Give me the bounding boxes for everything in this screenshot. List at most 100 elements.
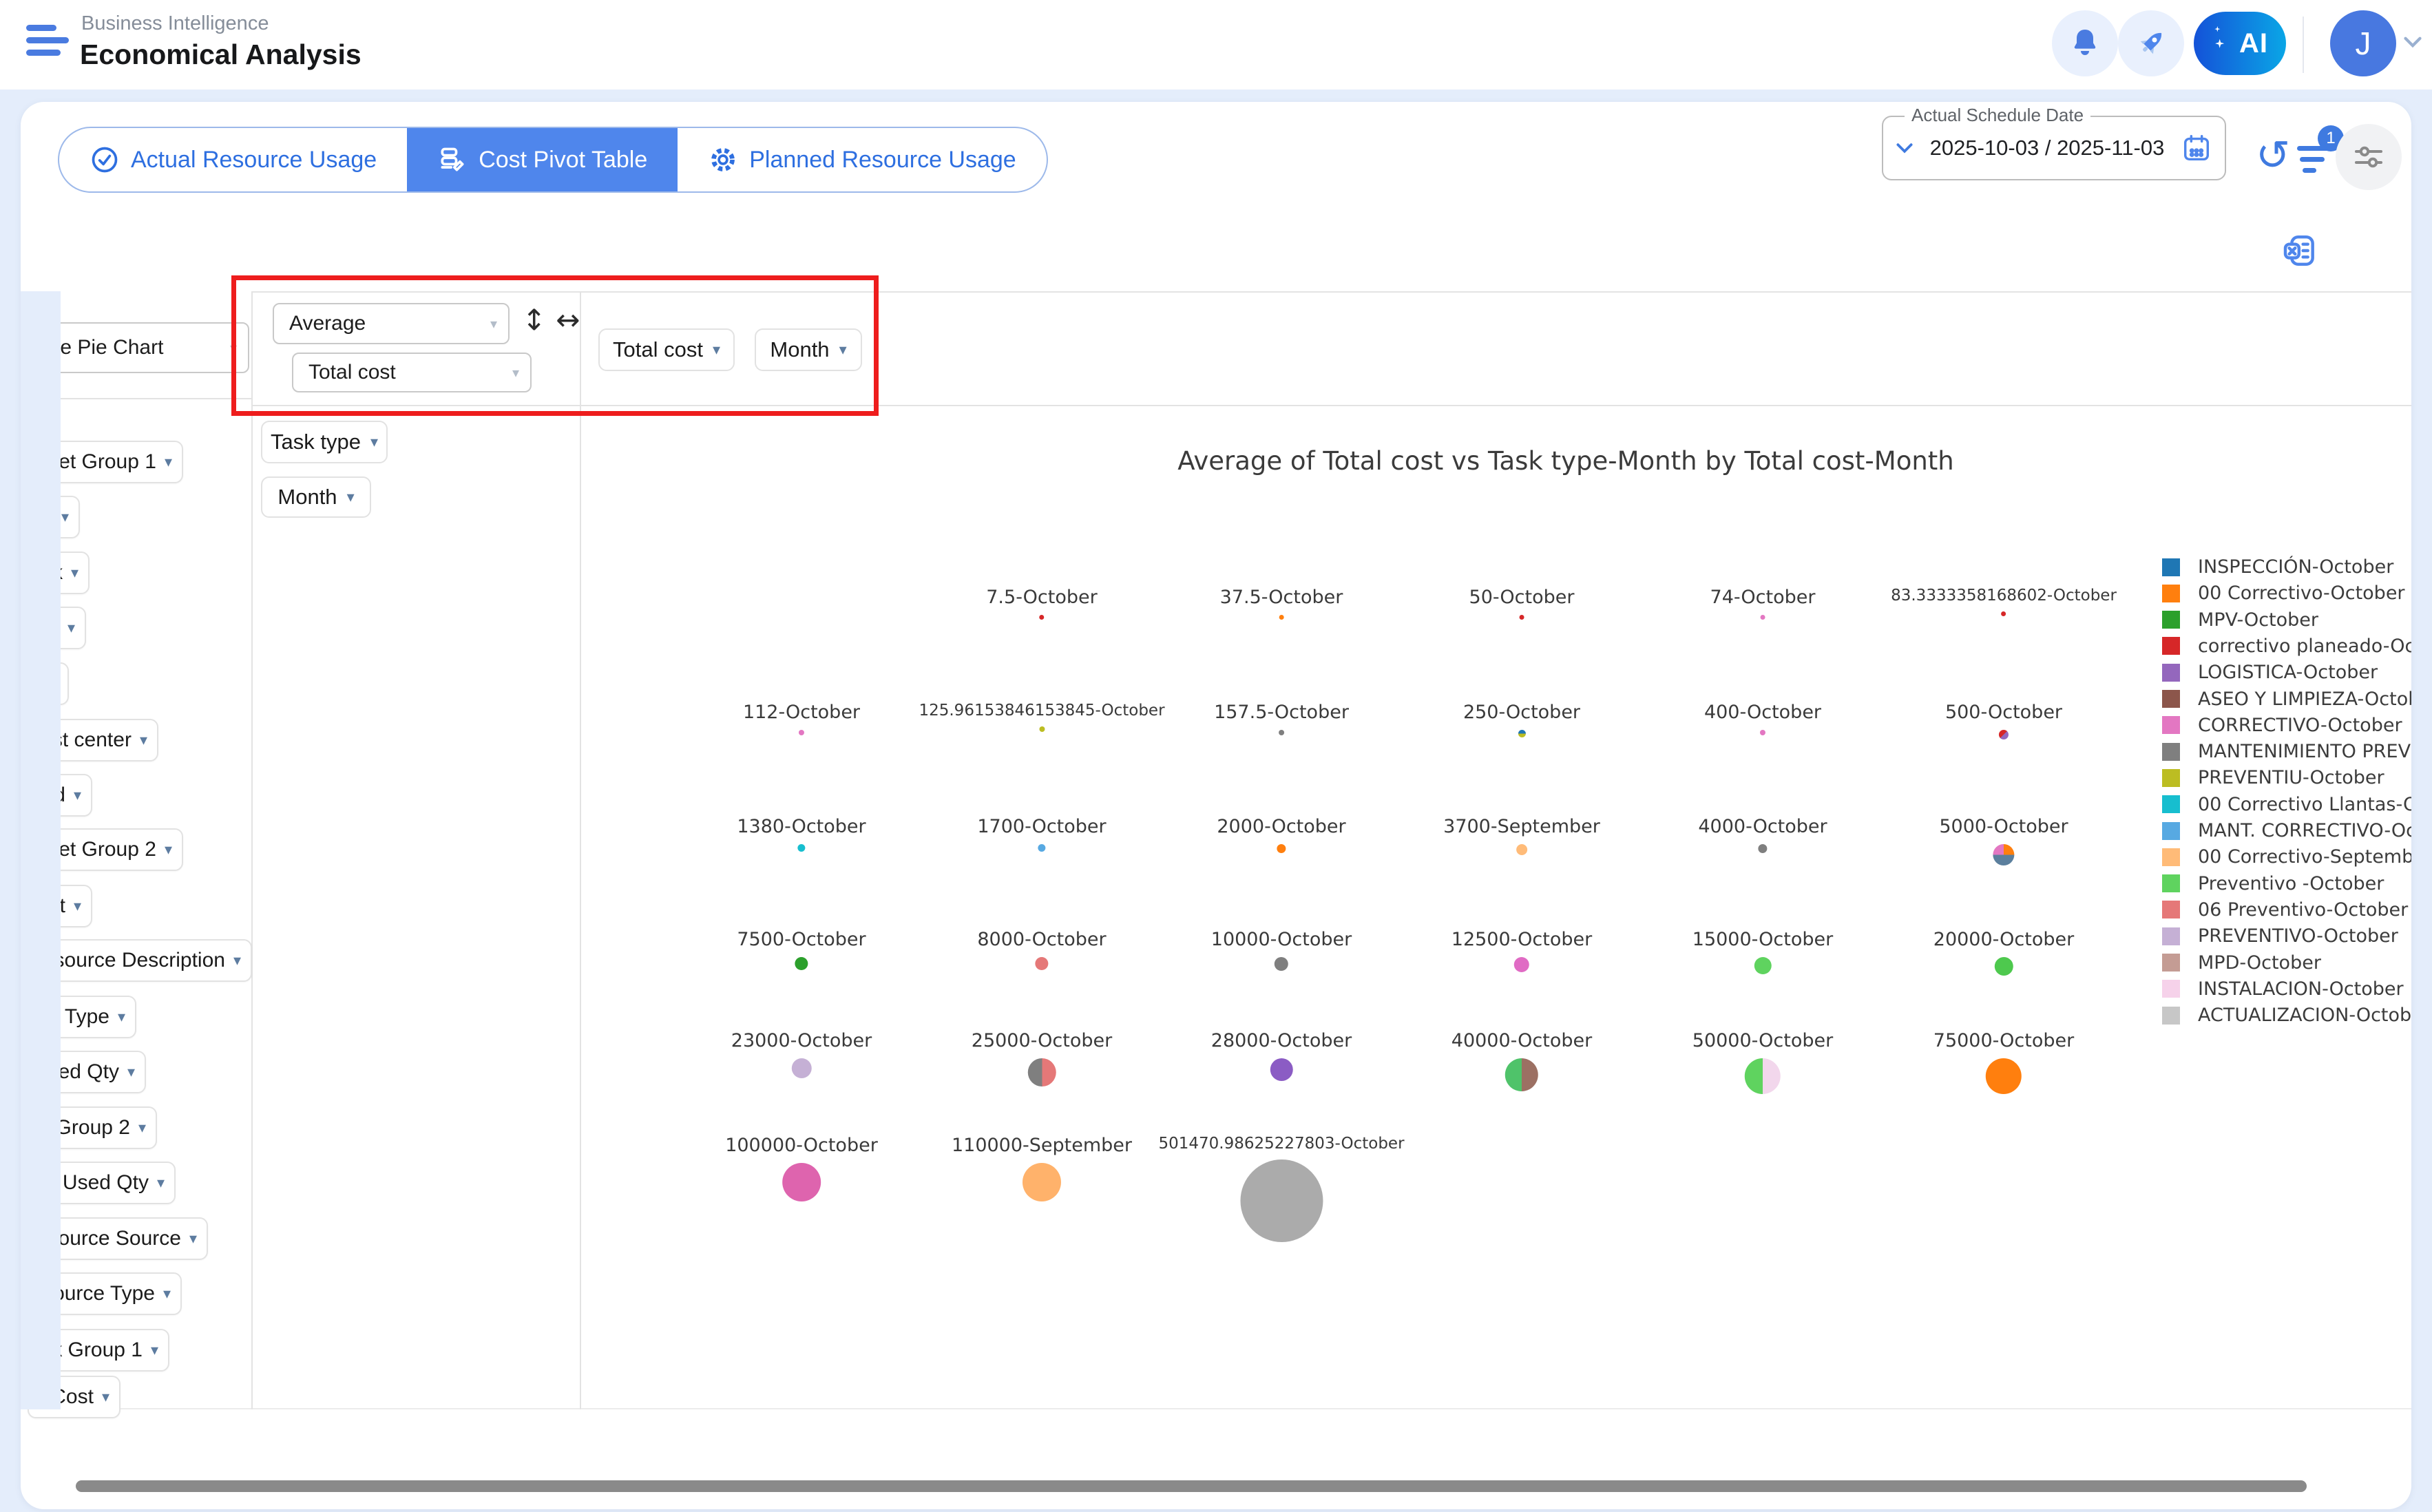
menu-icon[interactable] [26,25,69,65]
pie-bubble [1270,1058,1292,1081]
legend-label: PREVENTIU-October [2198,767,2384,788]
dropdown-caret-icon: ▾ [151,1341,158,1359]
legend-label: MANT. CORRECTIVO-Octobe [2198,820,2411,841]
bubble-cell: 1700-October [977,816,1106,852]
chart-title: Average of Total cost vs Task type-Month… [698,446,2411,476]
calendar-icon[interactable] [2181,132,2212,164]
bubble-label: 110000-September [952,1135,1132,1156]
pie-bubble [1999,730,2009,739]
column-field-month[interactable]: Month ▾ [755,328,862,371]
legend-item[interactable]: PREVENTIU-October [2162,767,2384,788]
legend-item[interactable]: ASEO Y LIMPIEZA-October [2162,689,2411,710]
legend-item[interactable]: MANT. CORRECTIVO-Octobe [2162,820,2411,841]
horizontal-scrollbar[interactable] [76,1480,2307,1492]
swap-axes-arrows[interactable]: ↕↔ [522,303,589,337]
gear-icon [708,145,738,175]
field-chip[interactable]: source Description▾ [28,939,252,982]
chart-type-select[interactable]: ple Pie Chart ▾ [28,322,249,373]
legend-item[interactable]: 06 Preventivo-October [2162,899,2408,921]
legend-swatch [2162,558,2180,576]
bubble-label: 23000-October [731,1030,872,1051]
pie-bubble [795,957,808,970]
legend-label: PREVENTIVO-October [2198,925,2398,947]
aggregator-value: Average [274,312,490,335]
rocket-icon [2134,26,2168,61]
legend-label: MPD-October [2198,952,2321,974]
row-field-month[interactable]: Month ▾ [261,476,371,518]
pie-bubble [1038,844,1045,852]
refresh-icon[interactable]: ↺ [2256,135,2290,176]
legend-label: CORRECTIVO-October [2198,715,2402,736]
column-field-total-cost[interactable]: Total cost ▾ [598,328,735,371]
bubble-label: 28000-October [1211,1030,1352,1051]
legend-item[interactable]: 00 Correctivo-October [2162,582,2405,604]
legend-item[interactable]: MPD-October [2162,952,2321,974]
field-chip-label: set Group 1 [48,450,156,474]
pie-bubble [1986,1058,2022,1094]
field-chip-label: source Description [54,949,225,972]
pie-bubble [1745,1058,1781,1094]
bell-icon [2068,27,2101,60]
avatar[interactable]: J [2330,10,2396,76]
legend-item[interactable]: Preventivo -October [2162,873,2384,894]
aggregator-select[interactable]: Average ▾ [273,303,510,344]
bubble-label: 500-October [1945,702,2062,723]
date-range-value[interactable]: 2025-10-03 / 2025-11-03 [1914,136,2181,160]
pie-bubble [1761,615,1765,620]
legend-item[interactable]: PREVENTIVO-October [2162,925,2398,947]
bubble-label: 40000-October [1451,1030,1592,1051]
legend-swatch [2162,664,2180,682]
bubble-cell: 4000-October [1698,816,1827,853]
field-chip-label: st center [52,728,132,752]
field-chip-label: source Source [48,1227,181,1250]
bubble-cell: 1380-October [737,816,866,852]
dropdown-caret-icon: ▾ [370,433,378,451]
legend-item[interactable]: MPV-October [2162,609,2318,631]
legend-swatch [2162,954,2180,972]
legend-item[interactable]: 00 Correctivo-September [2162,846,2411,868]
launch-button[interactable] [2118,10,2184,76]
app-name: Business Intelligence [81,12,269,35]
legend-item[interactable]: ACTUALIZACION-October [2162,1005,2411,1026]
tab-cost-pivot-table[interactable]: Cost Pivot Table [407,128,678,191]
legend-item[interactable]: INSPECCIÓN-October [2162,556,2393,578]
tab-planned-resource-usage[interactable]: Planned Resource Usage [678,128,1046,191]
bubble-cell: 75000-October [1933,1030,2074,1094]
row-field-label: Task type [271,430,361,454]
settings-sliders-button[interactable] [2336,124,2402,190]
dropdown-caret-icon: ▾ [74,786,81,804]
account-chevron-down-icon[interactable] [2403,36,2422,48]
legend-item[interactable]: CORRECTIVO-October [2162,715,2402,736]
legend-label: 06 Preventivo-October [2198,899,2408,921]
legend-item[interactable]: LOGISTICA-October [2162,662,2378,683]
bubble-label: 75000-October [1933,1030,2074,1051]
excel-export-icon[interactable] [2281,231,2319,270]
scrolled-out-strip [21,291,61,1409]
ai-assistant-button[interactable]: AI [2194,12,2286,75]
pie-bubble [1505,1058,1538,1091]
column-field-label: Total cost [613,337,703,362]
tab-actual-resource-usage[interactable]: Actual Resource Usage [59,128,407,191]
aggregator-field-select[interactable]: Total cost ▾ [292,353,532,392]
bubble-cell: 50-October [1469,587,1575,620]
legend-swatch [2162,795,2180,813]
legend-swatch [2162,874,2180,892]
row-field-task-type[interactable]: Task type ▾ [261,421,388,463]
legend-item[interactable]: 00 Correctivo Llantas-Octob [2162,794,2411,815]
legend-item[interactable]: INSTALACION-October [2162,978,2404,1000]
notifications-button[interactable] [2052,10,2118,76]
pie-bubble [1039,726,1045,732]
pie-bubble [1035,957,1048,970]
legend-item[interactable]: MANTENIMIENTO PREVENTI [2162,741,2411,762]
dropdown-caret-icon: ▾ [74,897,81,915]
dropdown-caret-icon: ▾ [127,1063,135,1081]
pie-bubble [1760,730,1765,735]
bubble-label: 501470.98625227803-October [1158,1135,1404,1153]
legend-swatch [2162,585,2180,602]
date-chevron-down-icon[interactable] [1896,143,1914,154]
bubble-cell: 110000-September [952,1135,1132,1201]
page-title: Economical Analysis [80,39,361,71]
pivot-bottom-border [61,1408,2411,1409]
legend-item[interactable]: correctivo planeado-Octobe [2162,636,2411,657]
bubble-label: 2000-October [1217,816,1345,837]
